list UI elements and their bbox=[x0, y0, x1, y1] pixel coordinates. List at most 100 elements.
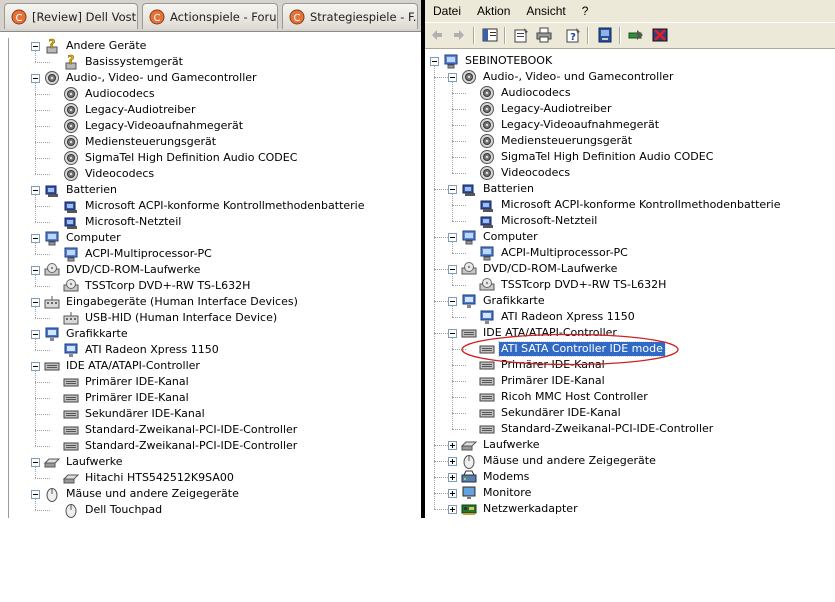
tree-category-dvd-cd-rom-laufwerke[interactable]: DVD/CD-ROM-Laufwerke bbox=[31, 262, 202, 278]
tree-item-label: Audiocodecs bbox=[501, 86, 571, 99]
tree-device-sigmatel-high-definition-audio-codec[interactable]: SigmaTel High Definition Audio CODEC bbox=[63, 150, 299, 166]
properties-button[interactable] bbox=[511, 26, 531, 44]
collapse-toggle-icon[interactable] bbox=[448, 328, 457, 338]
tree-category-laufwerke[interactable]: Laufwerke bbox=[31, 454, 125, 470]
update-driver-button[interactable] bbox=[626, 26, 646, 44]
tree-device-sekundärer-ide-kanal[interactable]: Sekundärer IDE-Kanal bbox=[63, 406, 207, 422]
tree-device-basissystemgerät[interactable]: ? Basissystemgerät bbox=[63, 54, 185, 70]
tree-category-netzwerkadapter[interactable]: Netzwerkadapter bbox=[448, 501, 580, 517]
forum-favicon-icon: C bbox=[11, 9, 27, 24]
collapse-toggle-icon[interactable] bbox=[31, 457, 40, 467]
tree-category-monitore[interactable]: Monitore bbox=[448, 485, 533, 501]
tree-category-grafikkarte[interactable]: Grafikkarte bbox=[448, 293, 547, 309]
collapse-toggle-icon[interactable] bbox=[31, 297, 40, 307]
tree-item-label: Computer bbox=[66, 231, 121, 244]
tree-device-standard-zweikanal-pci-ide-controller[interactable]: Standard-Zweikanal-PCI-IDE-Controller bbox=[63, 422, 299, 438]
speaker-icon bbox=[480, 86, 494, 100]
tree-category-batterien[interactable]: Batterien bbox=[448, 181, 536, 197]
tree-device-mediensteuerungsgerät[interactable]: Mediensteuerungsgerät bbox=[479, 133, 634, 149]
browser-tab-1[interactable]: C [Review] Dell Vost... bbox=[4, 3, 138, 29]
collapse-toggle-icon[interactable] bbox=[31, 41, 40, 51]
tree-device-audiocodecs[interactable]: Audiocodecs bbox=[63, 86, 157, 102]
tree-device-dell-touchpad[interactable]: Dell Touchpad bbox=[63, 502, 164, 518]
collapse-toggle-icon[interactable] bbox=[31, 73, 40, 83]
tree-category-mäuse-und-andere-zeigegeräte[interactable]: Mäuse und andere Zeigegeräte bbox=[31, 486, 241, 502]
scan-hardware-button[interactable] bbox=[595, 26, 615, 44]
tree-device-videocodecs[interactable]: Videocodecs bbox=[479, 165, 572, 181]
expand-toggle-icon[interactable] bbox=[448, 488, 457, 498]
tree-category-modems[interactable]: Modems bbox=[448, 469, 531, 485]
collapse-toggle-icon[interactable] bbox=[31, 329, 40, 339]
collapse-toggle-icon[interactable] bbox=[448, 232, 457, 242]
tree-device-standard-zweikanal-pci-ide-controller[interactable]: Standard-Zweikanal-PCI-IDE-Controller bbox=[479, 421, 715, 437]
tree-device-ricoh-mmc-host-controller[interactable]: Ricoh MMC Host Controller bbox=[479, 389, 650, 405]
tree-device-hitachi-hts542512k9sa00[interactable]: Hitachi HTS542512K9SA00 bbox=[63, 470, 236, 486]
expand-toggle-icon[interactable] bbox=[448, 440, 457, 450]
tree-category-ide-ata-atapi-controller[interactable]: IDE ATA/ATAPI-Controller bbox=[31, 358, 202, 374]
tree-category-laufwerke[interactable]: Laufwerke bbox=[448, 437, 542, 453]
tree-category-mäuse-und-andere-zeigegeräte[interactable]: Mäuse und andere Zeigegeräte bbox=[448, 453, 658, 469]
tree-device-acpi-multiprocessor-pc[interactable]: ACPI-Multiprocessor-PC bbox=[479, 245, 630, 261]
tree-device-ati-radeon-xpress-1150[interactable]: ATI Radeon Xpress 1150 bbox=[63, 342, 221, 358]
uninstall-button[interactable] bbox=[650, 26, 670, 44]
tree-device-legacy-audiotreiber[interactable]: Legacy-Audiotreiber bbox=[63, 102, 197, 118]
tree-device-microsoft-acpi-konforme-kontrollmethodenbatterie[interactable]: Microsoft ACPI-konforme Kontrollmethoden… bbox=[479, 197, 783, 213]
tree-device-sebinotebook[interactable]: SEBINOTEBOOK bbox=[430, 53, 554, 69]
tree-device-primärer-ide-kanal[interactable]: Primärer IDE-Kanal bbox=[63, 390, 191, 406]
tree-device-primärer-ide-kanal[interactable]: Primärer IDE-Kanal bbox=[63, 374, 191, 390]
expand-toggle-icon[interactable] bbox=[448, 472, 457, 482]
tree-device-videocodecs[interactable]: Videocodecs bbox=[63, 166, 156, 182]
tree-category-computer[interactable]: Computer bbox=[448, 229, 540, 245]
collapse-toggle-icon[interactable] bbox=[448, 72, 457, 82]
tree-category-audio-video-und-gamecontroller[interactable]: Audio-, Video- und Gamecontroller bbox=[448, 69, 676, 85]
tree-device-microsoft-acpi-konforme-kontrollmethodenbatterie[interactable]: Microsoft ACPI-konforme Kontrollmethoden… bbox=[63, 198, 367, 214]
browser-tab-2[interactable]: C Actionspiele - Foru... bbox=[142, 3, 278, 29]
tree-device-acpi-multiprocessor-pc[interactable]: ACPI-Multiprocessor-PC bbox=[63, 246, 214, 262]
print-button[interactable] bbox=[534, 26, 554, 44]
collapse-toggle-icon[interactable] bbox=[31, 233, 40, 243]
tree-category-grafikkarte[interactable]: Grafikkarte bbox=[31, 326, 130, 342]
collapse-toggle-icon[interactable] bbox=[430, 56, 439, 66]
forward-button[interactable] bbox=[449, 26, 469, 44]
tree-device-ati-radeon-xpress-1150[interactable]: ATI Radeon Xpress 1150 bbox=[479, 309, 637, 325]
collapse-toggle-icon[interactable] bbox=[448, 296, 457, 306]
tree-item-label: Standard-Zweikanal-PCI-IDE-Controller bbox=[85, 423, 298, 436]
collapse-toggle-icon[interactable] bbox=[31, 265, 40, 275]
tree-device-audiocodecs[interactable]: Audiocodecs bbox=[479, 85, 573, 101]
tree-device-legacy-videoaufnahmegerät[interactable]: Legacy-Videoaufnahmegerät bbox=[63, 118, 245, 134]
show-hide-tree-button[interactable] bbox=[480, 26, 500, 44]
tree-device-tsstcorp-dvd-rw-ts-l632h[interactable]: TSSTcorp DVD+-RW TS-L632H bbox=[479, 277, 668, 293]
menu-datei[interactable]: Datei bbox=[425, 4, 469, 18]
tree-category-computer[interactable]: Computer bbox=[31, 230, 123, 246]
tree-device-microsoft-netzteil[interactable]: Microsoft-Netzteil bbox=[479, 213, 599, 229]
collapse-toggle-icon[interactable] bbox=[31, 489, 40, 499]
browser-tab-3[interactable]: C Strategiespiele - F... bbox=[282, 3, 418, 29]
expand-toggle-icon[interactable] bbox=[448, 456, 457, 466]
collapse-toggle-icon[interactable] bbox=[448, 264, 457, 274]
help-button[interactable]: ? bbox=[563, 26, 583, 44]
tree-device-microsoft-netzteil[interactable]: Microsoft-Netzteil bbox=[63, 214, 183, 230]
collapse-toggle-icon[interactable] bbox=[31, 361, 40, 371]
tree-category-batterien[interactable]: Batterien bbox=[31, 182, 119, 198]
tree-device-tsstcorp-dvd-rw-ts-l632h[interactable]: TSSTcorp DVD+-RW TS-L632H bbox=[63, 278, 252, 294]
menu-aktion[interactable]: Aktion bbox=[469, 4, 518, 18]
back-button[interactable] bbox=[427, 26, 447, 44]
tree-device-sigmatel-high-definition-audio-codec[interactable]: SigmaTel High Definition Audio CODEC bbox=[479, 149, 715, 165]
menu-help[interactable]: ? bbox=[574, 4, 597, 18]
tree-category-andere-geräte[interactable]: ? Andere Geräte bbox=[31, 38, 148, 54]
menu-ansicht[interactable]: Ansicht bbox=[518, 4, 573, 18]
tree-category-eingabegeräte-human-interface-devices[interactable]: Eingabegeräte (Human Interface Devices) bbox=[31, 294, 300, 310]
tree-device-legacy-videoaufnahmegerät[interactable]: Legacy-Videoaufnahmegerät bbox=[479, 117, 661, 133]
tree-device-standard-zweikanal-pci-ide-controller[interactable]: Standard-Zweikanal-PCI-IDE-Controller bbox=[63, 438, 299, 454]
tree-device-legacy-audiotreiber[interactable]: Legacy-Audiotreiber bbox=[479, 101, 613, 117]
tree-device-mediensteuerungsgerät[interactable]: Mediensteuerungsgerät bbox=[63, 134, 218, 150]
expand-toggle-icon[interactable] bbox=[448, 504, 457, 514]
collapse-toggle-icon[interactable] bbox=[31, 185, 40, 195]
tree-device-sekundärer-ide-kanal[interactable]: Sekundärer IDE-Kanal bbox=[479, 405, 623, 421]
tree-device-primärer-ide-kanal[interactable]: Primärer IDE-Kanal bbox=[479, 373, 607, 389]
tree-category-dvd-cd-rom-laufwerke[interactable]: DVD/CD-ROM-Laufwerke bbox=[448, 261, 619, 277]
tree-device-usb-hid-human-interface-device[interactable]: USB-HID (Human Interface Device) bbox=[63, 310, 279, 326]
tree-category-audio-video-und-gamecontroller[interactable]: Audio-, Video- und Gamecontroller bbox=[31, 70, 259, 86]
left-device-manager-pane: C [Review] Dell Vost... C Actionspiele -… bbox=[0, 0, 421, 518]
collapse-toggle-icon[interactable] bbox=[448, 184, 457, 194]
